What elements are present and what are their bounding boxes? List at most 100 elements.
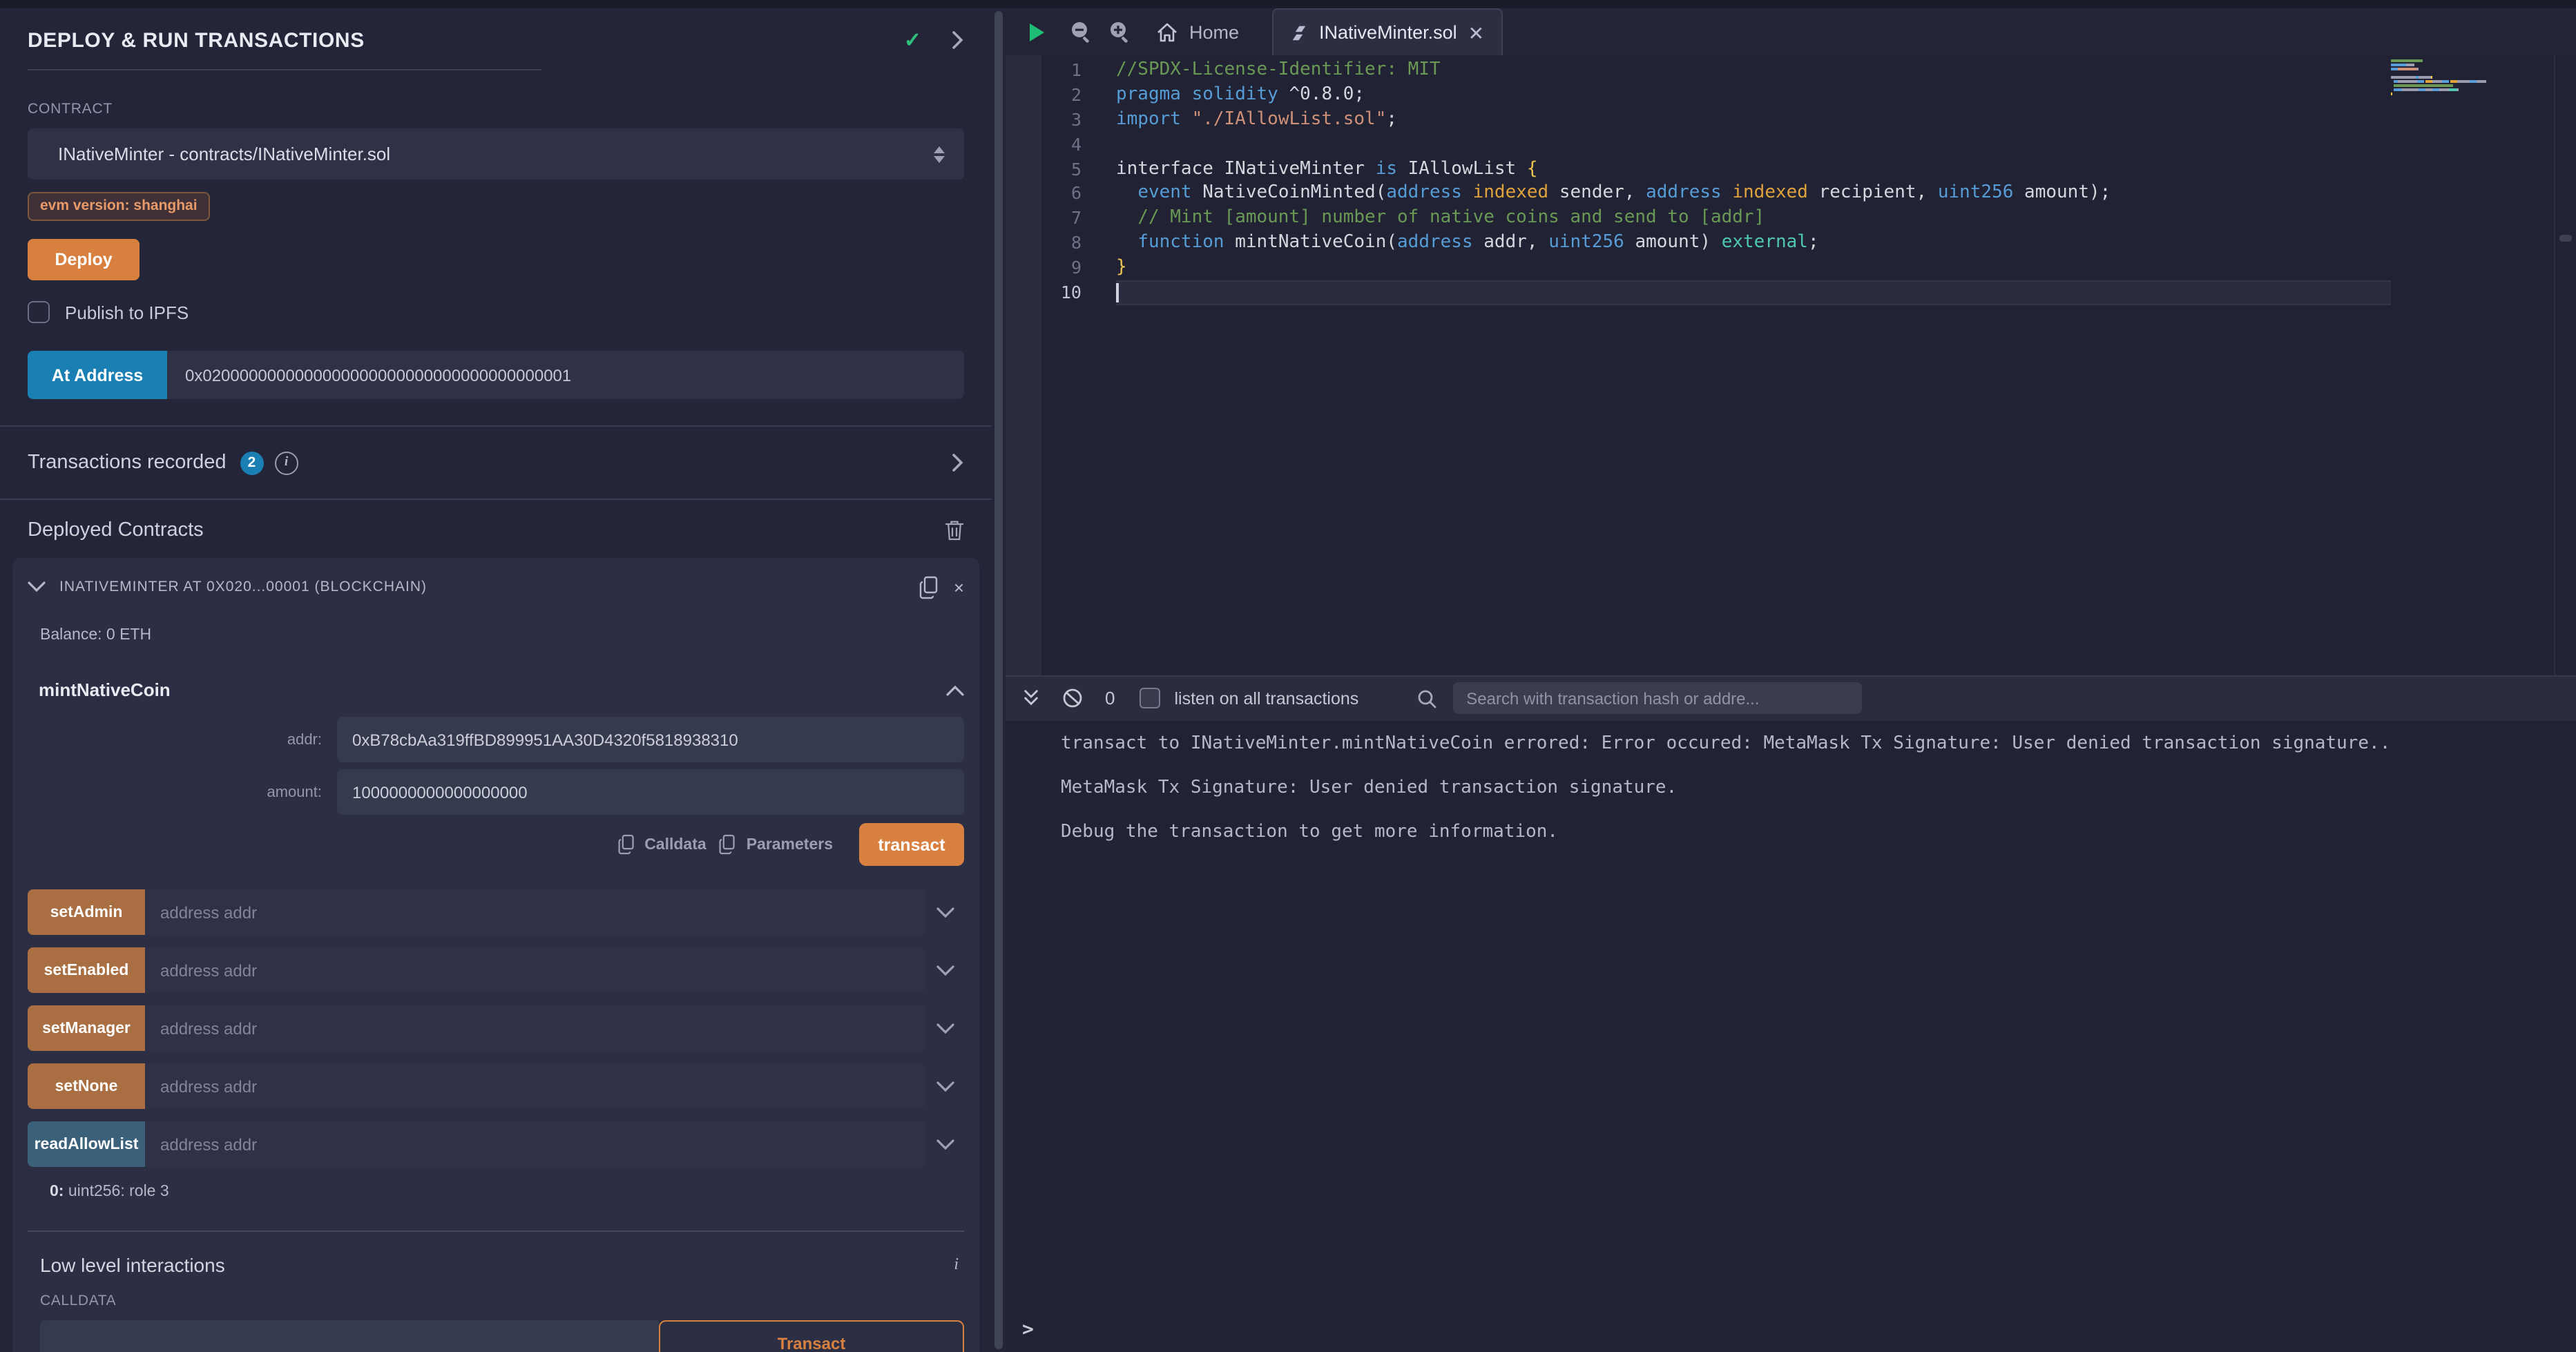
method-setEnabled-input[interactable] bbox=[145, 947, 925, 993]
zoom-in-icon[interactable] bbox=[1109, 21, 1131, 43]
clear-console-ban-icon[interactable] bbox=[1062, 688, 1083, 708]
terminal-prompt[interactable]: > bbox=[1022, 1319, 1034, 1341]
method-setEnabled-button[interactable]: setEnabled bbox=[28, 947, 145, 993]
method-setNone-button[interactable]: setNone bbox=[28, 1063, 145, 1109]
expand-method-chevron-icon[interactable] bbox=[925, 965, 964, 976]
editor-line[interactable]: 7 // Mint [amount] number of native coin… bbox=[1006, 206, 2391, 231]
instance-collapse-chevron-icon[interactable] bbox=[28, 581, 46, 592]
panel-title: DEPLOY & RUN TRANSACTIONS bbox=[28, 28, 904, 52]
tab-home[interactable]: Home bbox=[1156, 21, 1239, 42]
solidity-file-icon bbox=[1290, 23, 1308, 42]
panel-splitter[interactable] bbox=[992, 8, 1006, 1352]
deployed-contracts-title: Deployed Contracts bbox=[28, 519, 945, 541]
code-text: interface INativeMinter is IAllowList { bbox=[1116, 157, 2391, 182]
editor-line[interactable]: 6 event NativeCoinMinted(address indexed… bbox=[1006, 182, 2391, 206]
parameters-copy-label: Parameters bbox=[747, 836, 833, 853]
code-text: event NativeCoinMinted(address indexed s… bbox=[1116, 182, 2391, 206]
line-number: 7 bbox=[1006, 206, 1116, 231]
code-text bbox=[1116, 280, 2391, 305]
method-setAdmin-input[interactable] bbox=[145, 889, 925, 935]
editor-line[interactable]: 9} bbox=[1006, 255, 2391, 280]
terminal-collapse-icon[interactable] bbox=[1022, 689, 1040, 707]
expand-panel-chevron-icon[interactable] bbox=[952, 30, 964, 50]
transact-button[interactable]: transact bbox=[859, 823, 964, 866]
method-setAdmin-button[interactable]: setAdmin bbox=[28, 889, 145, 935]
terminal-search-input[interactable] bbox=[1452, 682, 1861, 714]
at-address-input[interactable] bbox=[167, 351, 964, 399]
method-setManager-button[interactable]: setManager bbox=[28, 1005, 145, 1051]
expand-method-chevron-icon[interactable] bbox=[925, 1081, 964, 1092]
method-readAllowList-input[interactable] bbox=[145, 1121, 925, 1167]
remove-instance-icon[interactable]: × bbox=[954, 578, 964, 596]
editor-line[interactable]: 10 bbox=[1006, 280, 2391, 305]
low-level-title: Low level interactions bbox=[40, 1254, 954, 1276]
editor-tabbar: Home INativeMinter.sol ✕ bbox=[1006, 8, 2576, 55]
method-name-mintNativeCoin: mintNativeCoin bbox=[39, 679, 946, 700]
calldata-input[interactable] bbox=[40, 1320, 659, 1352]
contract-select-value: INativeMinter - contracts/INativeMinter.… bbox=[58, 144, 934, 164]
method-setNone-input[interactable] bbox=[145, 1063, 925, 1109]
minimap-line bbox=[2391, 59, 2554, 62]
run-script-play-icon[interactable] bbox=[1028, 21, 1046, 42]
parameters-copy-button[interactable]: Parameters bbox=[719, 834, 833, 855]
param-row: addr: bbox=[28, 717, 964, 762]
listen-all-checkbox[interactable] bbox=[1140, 688, 1160, 708]
editor-minimap[interactable] bbox=[2391, 59, 2554, 101]
method-params: addr: amount: bbox=[28, 717, 964, 815]
splitter-grip[interactable] bbox=[994, 11, 1003, 1349]
contract-select[interactable]: INativeMinter - contracts/INativeMinter.… bbox=[28, 128, 964, 180]
method-collapse-chevron-icon[interactable] bbox=[946, 684, 964, 695]
transactions-expand-chevron-icon[interactable] bbox=[952, 453, 964, 472]
terminal-output[interactable]: transact to INativeMinter.mintNativeCoin… bbox=[1006, 720, 2576, 1352]
param-input-addr[interactable] bbox=[337, 717, 964, 762]
method-setManager-input[interactable] bbox=[145, 1005, 925, 1051]
deploy-button[interactable]: Deploy bbox=[28, 239, 140, 280]
editor-line[interactable]: 2pragma solidity ^0.8.0; bbox=[1006, 83, 2391, 108]
copy-address-icon[interactable] bbox=[919, 575, 940, 599]
param-input-amount[interactable] bbox=[337, 769, 964, 815]
low-level-info-icon[interactable]: i bbox=[954, 1254, 959, 1275]
editor-line[interactable]: 1//SPDX-License-Identifier: MIT bbox=[1006, 58, 2391, 83]
zoom-out-icon[interactable] bbox=[1070, 21, 1093, 43]
param-label: amount: bbox=[28, 784, 337, 800]
tab-home-label: Home bbox=[1189, 21, 1239, 42]
at-address-button[interactable]: At Address bbox=[28, 351, 167, 399]
expand-method-chevron-icon[interactable] bbox=[925, 1139, 964, 1150]
method-readAllowList-button[interactable]: readAllowList bbox=[28, 1121, 145, 1167]
editor-line[interactable]: 4 bbox=[1006, 132, 2391, 157]
minimap-line bbox=[2391, 84, 2554, 87]
transactions-info-icon[interactable]: i bbox=[274, 451, 298, 474]
minimap-line bbox=[2391, 93, 2554, 95]
publish-ipfs-checkbox[interactable] bbox=[28, 301, 50, 323]
listen-all-label: listen on all transactions bbox=[1174, 688, 1358, 708]
method-row-setManager: setManager bbox=[28, 1005, 964, 1051]
editor-scrollbar[interactable] bbox=[2554, 55, 2576, 675]
code-text: import "./IAllowList.sol"; bbox=[1116, 108, 2391, 133]
editor-line[interactable]: 8 function mintNativeCoin(address addr, … bbox=[1006, 231, 2391, 255]
section-divider bbox=[0, 499, 992, 500]
card-divider bbox=[28, 1230, 964, 1232]
publish-ipfs-label: Publish to IPFS bbox=[65, 302, 189, 322]
code-text: } bbox=[1116, 255, 2391, 280]
scrollbar-thumb[interactable] bbox=[2559, 235, 2572, 242]
trash-icon[interactable] bbox=[945, 519, 964, 541]
method-row-readAllowList: readAllowList bbox=[28, 1121, 964, 1167]
calldata-copy-button[interactable]: Calldata bbox=[617, 834, 707, 855]
transactions-count-badge: 2 bbox=[240, 451, 263, 474]
editor-line[interactable]: 5interface INativeMinter is IAllowList { bbox=[1006, 157, 2391, 182]
minimap-line bbox=[2391, 97, 2554, 99]
expand-method-chevron-icon[interactable] bbox=[925, 1023, 964, 1034]
call-result: 0: uint256: role 3 bbox=[28, 1184, 964, 1200]
line-number: 5 bbox=[1006, 157, 1116, 182]
code-editor[interactable]: 1//SPDX-License-Identifier: MIT2pragma s… bbox=[1006, 55, 2576, 675]
code-text: pragma solidity ^0.8.0; bbox=[1116, 83, 2391, 108]
method-row-setEnabled: setEnabled bbox=[28, 947, 964, 993]
calldata-label: CALLDATA bbox=[28, 1293, 964, 1309]
low-level-transact-button[interactable]: Transact bbox=[659, 1320, 964, 1352]
param-row: amount: bbox=[28, 769, 964, 815]
tab-inativeminter[interactable]: INativeMinter.sol ✕ bbox=[1272, 8, 1502, 55]
expand-method-chevron-icon[interactable] bbox=[925, 907, 964, 918]
close-tab-icon[interactable]: ✕ bbox=[1468, 23, 1484, 42]
editor-cursor bbox=[1116, 282, 1118, 302]
editor-line[interactable]: 3import "./IAllowList.sol"; bbox=[1006, 108, 2391, 133]
